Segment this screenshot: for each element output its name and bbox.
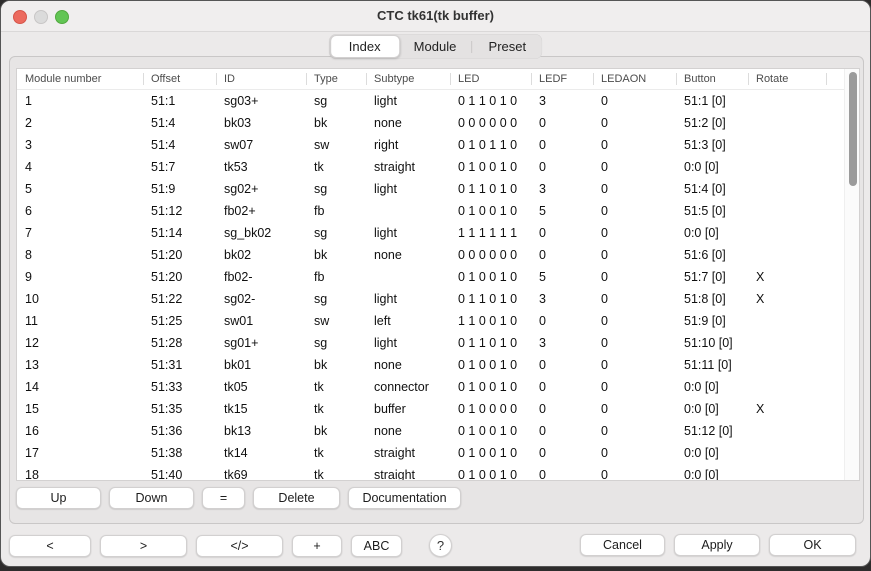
documentation-button[interactable]: Documentation (348, 487, 461, 509)
code-button[interactable]: </> (196, 535, 283, 557)
tab-divider (471, 41, 472, 53)
title-bar: CTC tk61(tk buffer) (1, 1, 870, 32)
vertical-scrollbar[interactable] (844, 69, 859, 480)
table-header-row: Module number Offset ID Type Subtype LED… (17, 69, 845, 90)
table-body: 151:1 sg03+sg light0 1 1 0 1 0 30 51:1 [… (17, 90, 845, 482)
delete-button[interactable]: Delete (253, 487, 340, 509)
tab-segmented-control: Index Module Preset (329, 34, 543, 59)
table-row[interactable]: 1751:38 tk14tk straight0 1 0 0 1 0 00 0:… (17, 442, 845, 464)
table-row[interactable]: 1251:28 sg01+sg light0 1 1 0 1 0 30 51:1… (17, 332, 845, 354)
col-header-subtype[interactable]: Subtype (366, 69, 450, 90)
help-button[interactable]: ? (429, 534, 452, 557)
abc-button[interactable]: ABC (351, 535, 402, 557)
col-header-type[interactable]: Type (306, 69, 366, 90)
table-row[interactable]: 1151:25 sw01sw left1 1 0 0 1 0 00 51:9 [… (17, 310, 845, 332)
tab-content-pane: Module number Offset ID Type Subtype LED… (9, 56, 864, 524)
table-row[interactable]: 351:4 sw07sw right0 1 0 1 1 0 00 51:3 [0… (17, 134, 845, 156)
equals-button[interactable]: = (202, 487, 245, 509)
table-row[interactable]: 451:7 tk53tk straight0 1 0 0 1 0 00 0:0 … (17, 156, 845, 178)
col-header-rotate[interactable]: Rotate (748, 69, 826, 90)
table-row[interactable]: 1351:31 bk01bk none0 1 0 0 1 0 00 51:11 … (17, 354, 845, 376)
add-button[interactable]: + (292, 535, 342, 557)
tab-index[interactable]: Index (330, 35, 400, 58)
tab-module[interactable]: Module (400, 36, 471, 57)
dialog-window: CTC tk61(tk buffer) Index Module Preset … (0, 0, 871, 567)
table-row[interactable]: 1451:33 tk05tk connector0 1 0 0 1 0 00 0… (17, 376, 845, 398)
col-header-led[interactable]: LED (450, 69, 531, 90)
table-row[interactable]: 951:20 fb02-fb 0 1 0 0 1 0 50 51:7 [0]X (17, 266, 845, 288)
list-action-buttons: Up Down = Delete Documentation (16, 487, 461, 509)
table-row[interactable]: 1551:35 tk15tk buffer0 1 0 0 0 0 00 0:0 … (17, 398, 845, 420)
tab-preset[interactable]: Preset (473, 36, 541, 57)
window-title: CTC tk61(tk buffer) (1, 1, 870, 31)
cancel-button[interactable]: Cancel (580, 534, 665, 556)
col-header-module-number[interactable]: Module number (17, 69, 143, 90)
col-header-ledaon[interactable]: LEDAON (593, 69, 676, 90)
table-row[interactable]: 251:4 bk03bk none0 0 0 0 0 0 00 51:2 [0] (17, 112, 845, 134)
col-header-offset[interactable]: Offset (143, 69, 216, 90)
table-row[interactable]: 751:14 sg_bk02sg light1 1 1 1 1 1 00 0:0… (17, 222, 845, 244)
table-row[interactable]: 1851:40 tk69tk straight0 1 0 0 1 0 00 0:… (17, 464, 845, 481)
table-row[interactable]: 151:1 sg03+sg light0 1 1 0 1 0 30 51:1 [… (17, 90, 845, 113)
col-header-ledf[interactable]: LEDF (531, 69, 593, 90)
prev-button[interactable]: < (9, 535, 91, 557)
table-row[interactable]: 851:20 bk02bk none0 0 0 0 0 0 00 51:6 [0… (17, 244, 845, 266)
next-button[interactable]: > (100, 535, 187, 557)
ok-button[interactable]: OK (769, 534, 856, 556)
table-row[interactable]: 1651:36 bk13bk none0 1 0 0 1 0 00 51:12 … (17, 420, 845, 442)
module-table: Module number Offset ID Type Subtype LED… (16, 68, 860, 481)
col-header-filler (826, 69, 845, 90)
table-row[interactable]: 551:9 sg02+sg light0 1 1 0 1 0 30 51:4 [… (17, 178, 845, 200)
down-button[interactable]: Down (109, 487, 194, 509)
table-row[interactable]: 1051:22 sg02-sg light0 1 1 0 1 0 30 51:8… (17, 288, 845, 310)
apply-button[interactable]: Apply (674, 534, 760, 556)
table-row[interactable]: 651:12 fb02+fb 0 1 0 0 1 0 50 51:5 [0] (17, 200, 845, 222)
dialog-footer: < > </> + ABC ? Cancel Apply OK (9, 534, 856, 557)
scrollbar-thumb[interactable] (849, 72, 857, 186)
up-button[interactable]: Up (16, 487, 101, 509)
col-header-button[interactable]: Button (676, 69, 748, 90)
col-header-id[interactable]: ID (216, 69, 306, 90)
footer-left-buttons: < > </> + ABC ? (9, 534, 452, 557)
footer-right-buttons: Cancel Apply OK (580, 534, 856, 556)
